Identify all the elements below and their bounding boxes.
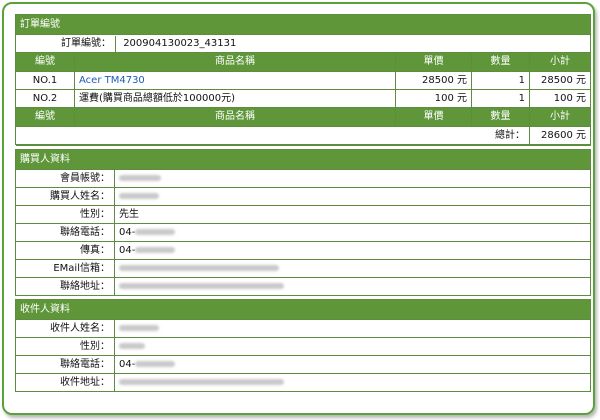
field-row: 收件地址：	[15, 373, 591, 392]
order-number-row: 訂單編號： 200904130023_43131	[14, 34, 592, 53]
field-row: 聯絡電話： 04-	[15, 355, 591, 374]
recipient-section-title: 收件人資料	[15, 299, 591, 320]
field-row: 性別：	[15, 337, 591, 356]
col-header-no: 編號	[15, 52, 75, 72]
row-subtotal: 100 元	[528, 89, 592, 108]
row-price: 28500 元	[395, 71, 472, 90]
order-section-title: 訂單編號	[14, 14, 592, 35]
order-table: 訂單編號 訂單編號： 200904130023_43131 編號 商品名稱 單價…	[14, 14, 592, 145]
field-label-fax: 傳真：	[15, 241, 115, 260]
field-row: 傳真： 04-	[15, 241, 591, 260]
field-value-recipient-phone: 04-	[114, 355, 591, 374]
field-label-recipient-address: 收件地址：	[15, 373, 115, 392]
col-footer-qty: 數量	[471, 107, 530, 127]
order-number-label: 訂單編號：	[17, 35, 116, 52]
product-link[interactable]: Acer TM4730	[79, 75, 145, 86]
field-value-recipient-name	[114, 319, 591, 338]
phone-prefix: 04-	[119, 226, 136, 238]
row-subtotal: 28500 元	[528, 71, 592, 90]
field-value-recipient-address	[114, 373, 591, 392]
field-value-buyer-name	[114, 187, 591, 206]
col-header-qty: 數量	[471, 52, 530, 72]
row-no: NO.1	[15, 71, 75, 90]
row-qty: 1	[471, 89, 530, 108]
order-number-value: 200904130023_43131	[123, 37, 237, 49]
field-row: 聯絡地址：	[15, 277, 591, 296]
total-row: 總計： 28600 元	[15, 126, 592, 145]
field-value-email	[114, 259, 591, 278]
row-qty: 1	[471, 71, 530, 90]
buyer-section-title: 購買人資料	[15, 149, 591, 170]
order-detail-panel: 訂單編號 訂單編號： 200904130023_43131 編號 商品名稱 單價…	[2, 2, 595, 415]
recipient-phone-prefix: 04-	[119, 358, 136, 370]
row-no: NO.2	[15, 89, 75, 108]
field-row: 聯絡電話： 04-	[15, 223, 591, 242]
field-row: 會員帳號：	[15, 169, 591, 188]
table-row: NO.2 運費(購買商品總額低於100000元) 100 元 1 100 元	[15, 89, 592, 108]
field-label-phone: 聯絡電話：	[15, 223, 115, 242]
field-label-buyer-name: 購買人姓名：	[15, 187, 115, 206]
field-label-recipient-phone: 聯絡電話：	[15, 355, 115, 374]
table-row: NO.1 Acer TM4730 28500 元 1 28500 元	[15, 71, 592, 90]
col-header-name: 商品名稱	[74, 52, 396, 72]
field-value-gender: 先生	[114, 205, 591, 224]
col-footer-no: 編號	[15, 107, 75, 127]
field-value-fax: 04-	[114, 241, 591, 260]
col-header-subtotal: 小計	[528, 52, 592, 72]
col-footer-subtotal: 小計	[528, 107, 592, 127]
field-label-email: EMail信箱：	[15, 259, 115, 278]
field-label-account: 會員帳號：	[15, 169, 115, 188]
row-price: 100 元	[395, 89, 472, 108]
field-value-phone: 04-	[114, 223, 591, 242]
field-label-recipient-name: 收件人姓名：	[15, 319, 115, 338]
field-row: 購買人姓名：	[15, 187, 591, 206]
field-label-recipient-gender: 性別：	[15, 337, 115, 356]
total-value: 28600 元	[528, 126, 592, 145]
col-footer-name: 商品名稱	[74, 107, 396, 127]
field-label-gender: 性別：	[15, 205, 115, 224]
col-header-price: 單價	[395, 52, 472, 72]
table-footer-header: 編號 商品名稱 單價 數量 小計	[15, 107, 592, 127]
field-row: EMail信箱：	[15, 259, 591, 278]
field-value-recipient-gender	[114, 337, 591, 356]
field-value-account	[114, 169, 591, 188]
field-value-address	[114, 277, 591, 296]
field-label-address: 聯絡地址：	[15, 277, 115, 296]
row-name: 運費(購買商品總額低於100000元)	[74, 89, 396, 108]
buyer-table: 購買人資料 會員帳號： 購買人姓名： 性別： 先生 聯絡電話： 04- 傳真： …	[15, 145, 591, 392]
total-label: 總計：	[471, 126, 530, 145]
field-row: 性別： 先生	[15, 205, 591, 224]
fax-prefix: 04-	[119, 244, 136, 256]
col-footer-price: 單價	[395, 107, 472, 127]
table-header: 編號 商品名稱 單價 數量 小計	[15, 52, 592, 72]
field-row: 收件人姓名：	[15, 319, 591, 338]
